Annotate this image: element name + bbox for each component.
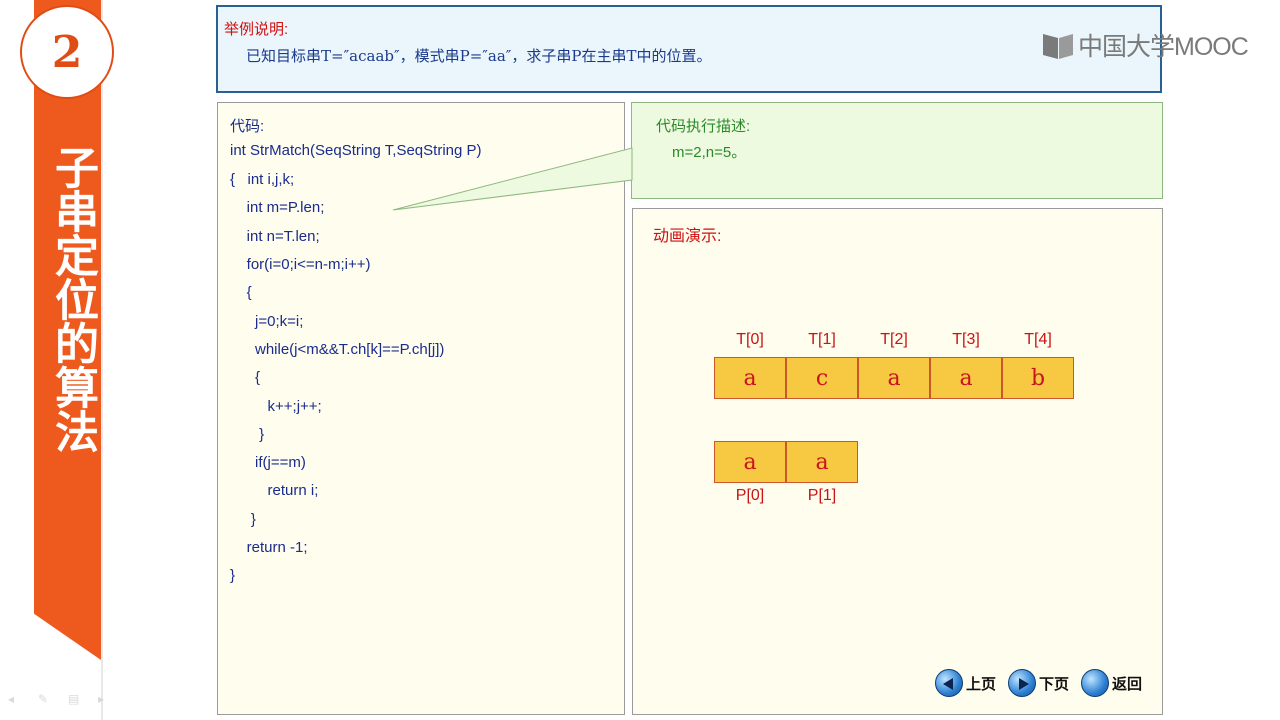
next-page-button[interactable]: 下页 xyxy=(1008,669,1069,697)
target-index-label: T[2] xyxy=(880,331,908,348)
target-cell: c xyxy=(786,357,858,399)
target-cell: b xyxy=(1002,357,1074,399)
pattern-index-label: P[0] xyxy=(735,487,765,504)
animation-title: 动画演示: xyxy=(653,228,722,245)
pattern-cell: a xyxy=(786,441,858,483)
target-cell: a xyxy=(858,357,930,399)
target-index-label: T[4] xyxy=(1024,331,1052,348)
prev-page-button[interactable]: 上页 xyxy=(935,669,996,697)
prev-arrow-icon xyxy=(935,669,963,697)
target-index-label: T[0] xyxy=(736,331,764,348)
back-button[interactable]: 返回 xyxy=(1081,669,1142,697)
pattern-cell: a xyxy=(714,441,786,483)
target-cell: a xyxy=(930,357,1002,399)
animation-panel: 动画演示: T[0] T[1] T[2] T[3] T[4] a c a a b… xyxy=(632,208,1163,715)
pattern-index-label: P[1] xyxy=(807,487,837,504)
target-index-label: T[1] xyxy=(808,331,836,348)
next-page-label: 下页 xyxy=(1039,675,1070,693)
next-arrow-icon xyxy=(1008,669,1036,697)
return-icon xyxy=(1081,669,1109,697)
back-label: 返回 xyxy=(1112,675,1143,693)
target-cell: a xyxy=(714,357,786,399)
prev-page-label: 上页 xyxy=(966,675,997,693)
target-index-label: T[3] xyxy=(952,331,980,348)
